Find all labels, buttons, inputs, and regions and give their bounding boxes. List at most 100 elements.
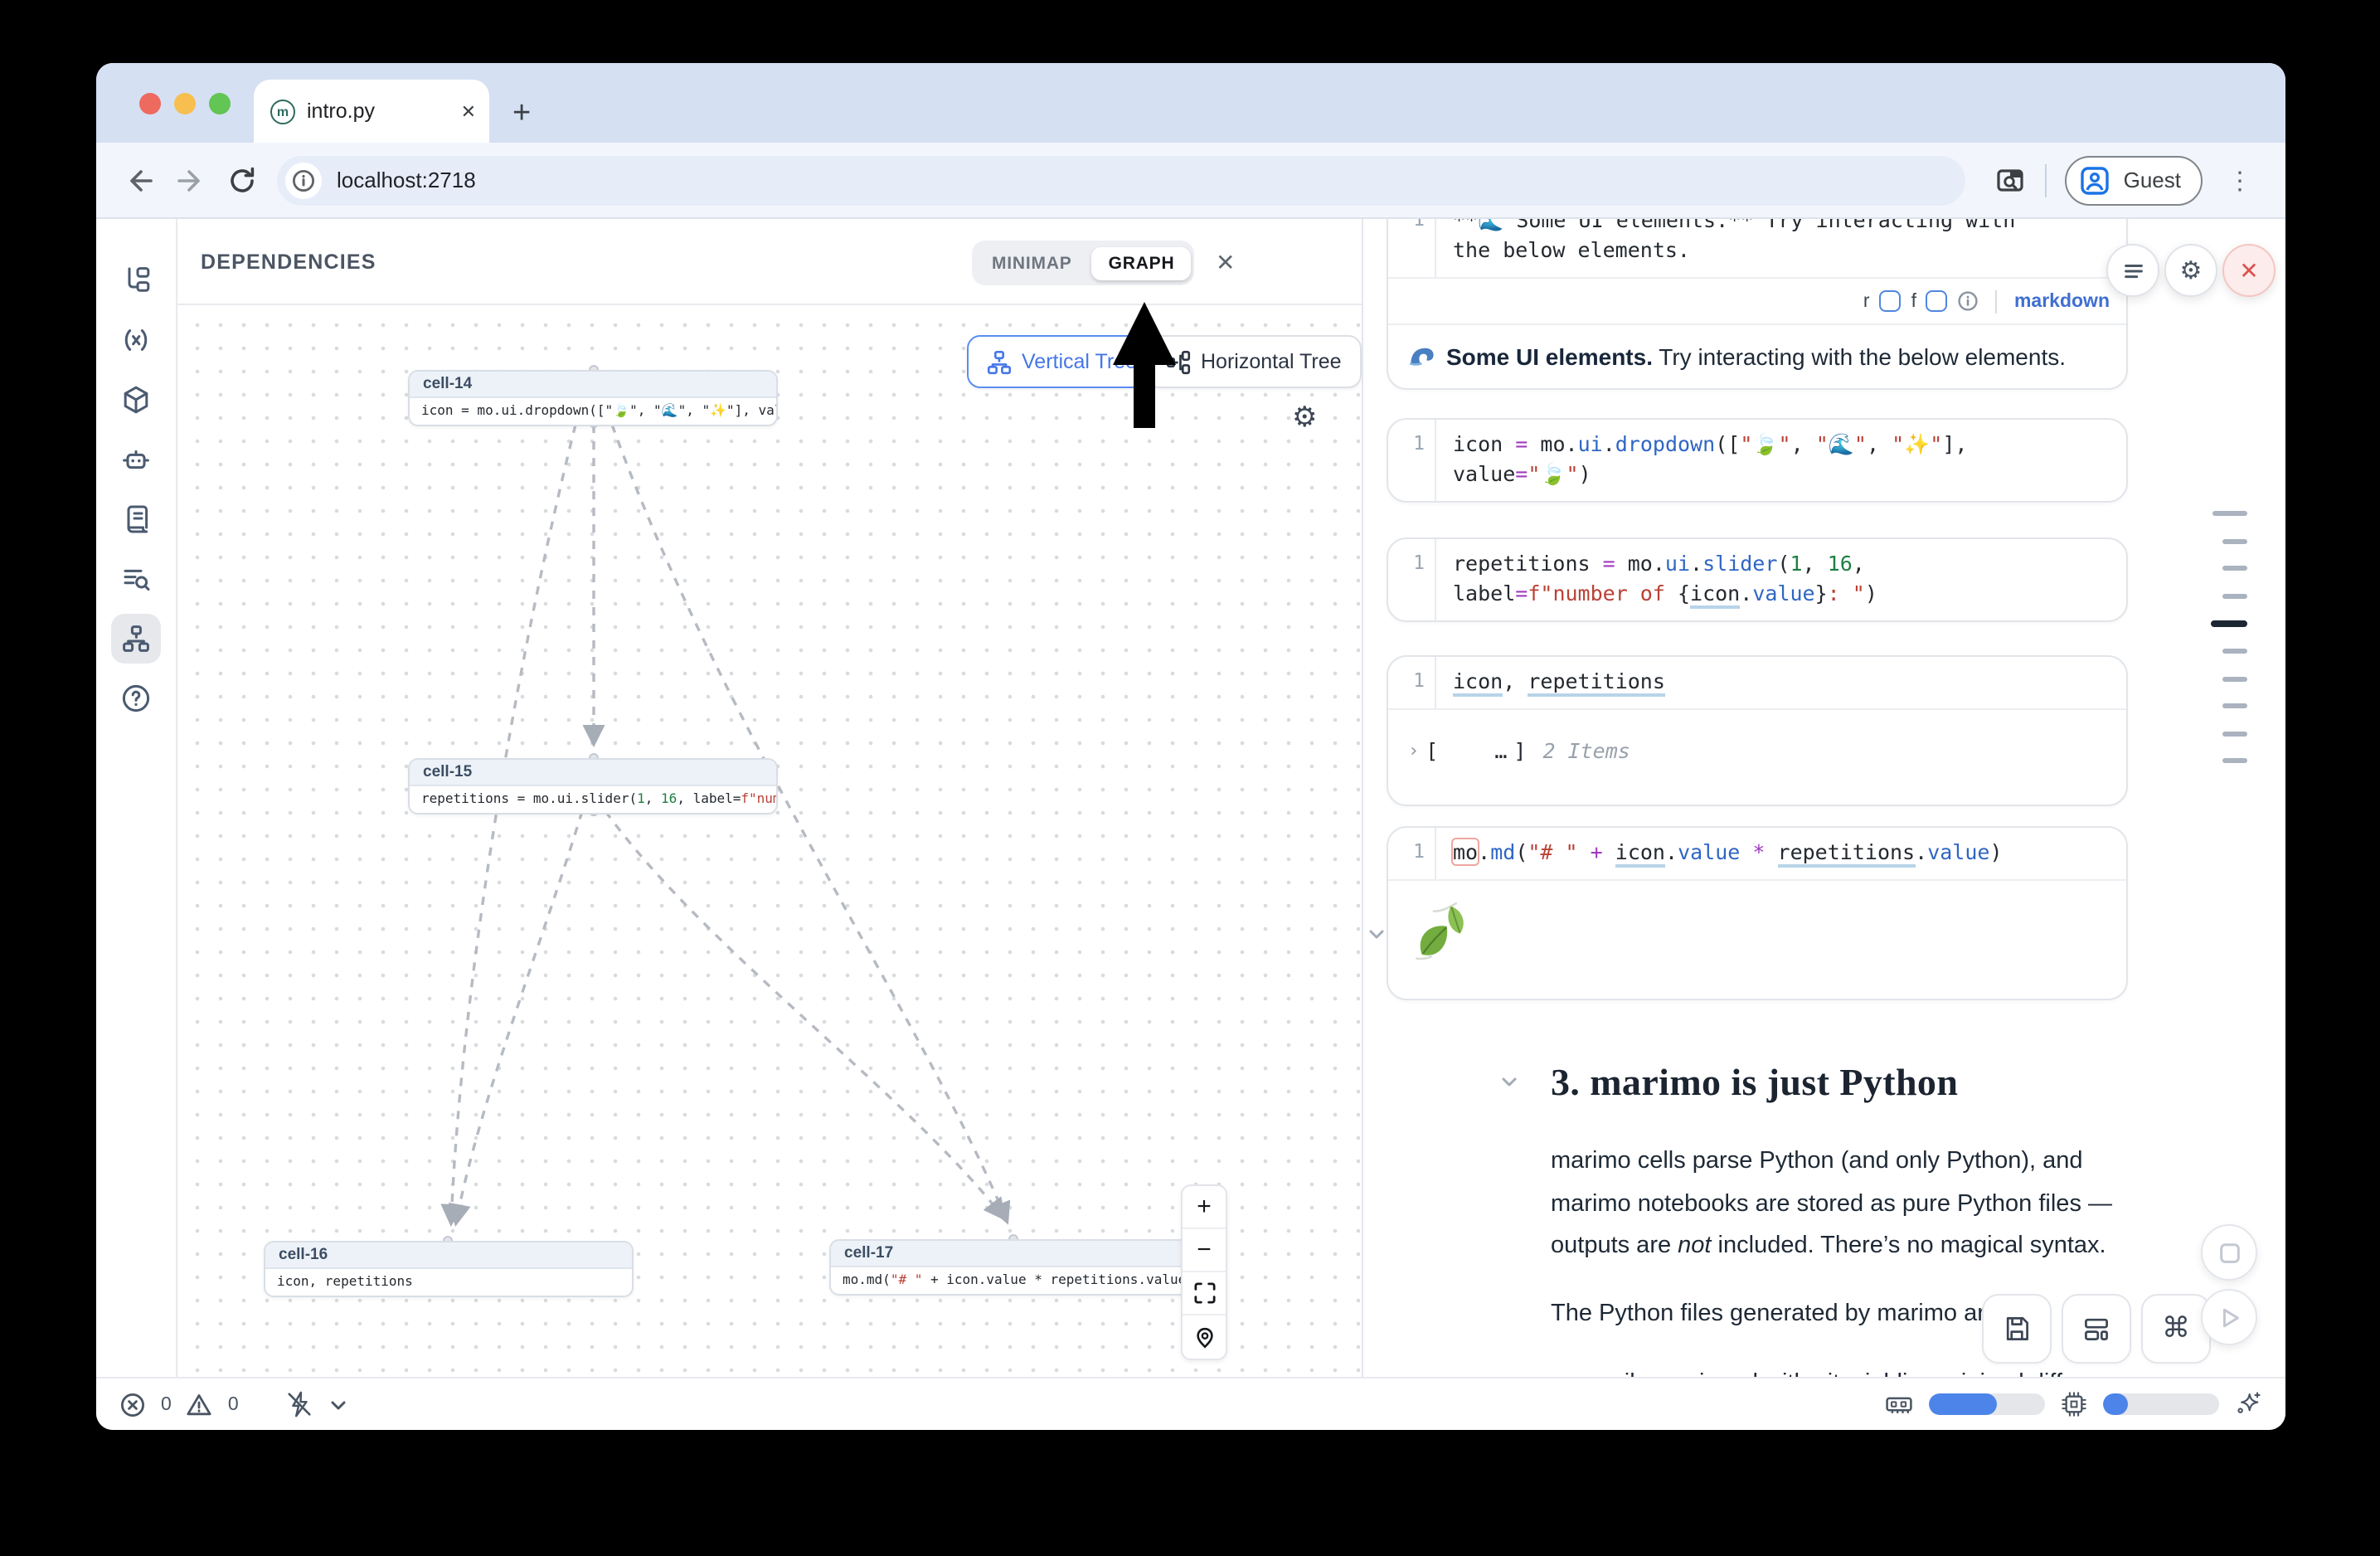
profile-button[interactable]: Guest xyxy=(2066,155,2203,205)
minimap-cell-mark[interactable] xyxy=(2212,511,2247,516)
sidebar-item-packages[interactable] xyxy=(111,375,161,425)
notebook-menu-button[interactable] xyxy=(2106,244,2159,297)
sidebar-item-variables[interactable] xyxy=(111,315,161,365)
forward-icon[interactable] xyxy=(174,163,207,197)
cell-output: › [ … ] 2 Items xyxy=(1388,708,2126,805)
memory-icon xyxy=(1884,1389,1914,1419)
maximize-window-button[interactable] xyxy=(209,92,231,114)
warnings-icon[interactable] xyxy=(187,1391,213,1417)
url-bar[interactable]: localhost:2718 xyxy=(277,155,1966,205)
tab-graph[interactable]: GRAPH xyxy=(1092,246,1192,280)
minimap-cell-mark[interactable] xyxy=(2222,538,2247,543)
dependencies-panel: DEPENDENCIES MINIMAP GRAPH ✕ xyxy=(177,219,1363,1377)
node-code: repetitions = mo.ui.slider(1, 16, label=… xyxy=(410,786,776,813)
graph-canvas[interactable]: cell-14 icon = mo.ui.dropdown(["🍃", "🌊",… xyxy=(177,305,1362,1377)
cell-slider[interactable]: 1 repetitions = mo.ui.slider(1, 16, labe… xyxy=(1387,537,2128,622)
zoom-out-button[interactable]: − xyxy=(1183,1229,1226,1272)
r-toggle-label: r xyxy=(1863,291,1870,311)
node-title: cell-16 xyxy=(265,1242,632,1269)
sidebar-item-help[interactable] xyxy=(111,673,161,723)
fit-view-button[interactable] xyxy=(1183,1272,1226,1315)
output-bold-text: Some UI elements. xyxy=(1446,343,1653,370)
site-info-icon[interactable] xyxy=(285,162,322,198)
sidebar-item-dependency-graph[interactable] xyxy=(111,614,161,664)
cell-markdown-intro[interactable]: 1 **🌊 Some UI elements.** Try interactin… xyxy=(1387,219,2128,390)
minimize-window-button[interactable] xyxy=(174,92,196,114)
code-editor[interactable]: **🌊 Some UI elements.** Try interacting … xyxy=(1435,219,2126,277)
node-code: icon, repetitions xyxy=(265,1269,632,1296)
sidebar-item-ai-assistant[interactable] xyxy=(111,435,161,484)
code-editor[interactable]: icon = mo.ui.dropdown(["🍃", "🌊", "✨"], v… xyxy=(1435,420,2126,501)
minimap-cell-mark-active[interactable] xyxy=(2211,620,2247,626)
minimap-cell-mark[interactable] xyxy=(2222,703,2247,708)
expand-array-icon[interactable]: › xyxy=(1408,740,1419,761)
tab-search-icon[interactable] xyxy=(1994,163,2028,197)
command-icon: ⌘ xyxy=(2162,1312,2190,1345)
minimap-cell-mark[interactable] xyxy=(2222,649,2247,654)
graph-node-cell-17[interactable]: cell-17 mo.md("# " + icon.value * repeti… xyxy=(829,1239,1199,1296)
screenshot-stage: m intro.py ✕ + localhost:2718 Guest xyxy=(0,0,2380,1556)
browser-window: m intro.py ✕ + localhost:2718 Guest xyxy=(96,63,2285,1430)
line-number: 1 xyxy=(1388,828,1435,879)
graph-node-cell-14[interactable]: cell-14 icon = mo.ui.dropdown(["🍃", "🌊",… xyxy=(408,370,778,426)
horizontal-tree-button[interactable]: Horizontal Tree xyxy=(1146,335,1362,388)
cell-minimap[interactable] xyxy=(2201,511,2247,785)
minimap-cell-mark[interactable] xyxy=(2222,676,2247,681)
browser-menu-icon[interactable]: ⋮ xyxy=(2221,165,2259,195)
errors-icon[interactable] xyxy=(119,1391,146,1417)
array-count-label: 2 Items xyxy=(1542,738,1630,763)
f-checkbox[interactable] xyxy=(1926,290,1948,312)
autorun-disabled-icon[interactable] xyxy=(285,1390,313,1418)
zoom-in-button[interactable]: + xyxy=(1183,1186,1226,1229)
graph-node-cell-15[interactable]: cell-15 repetitions = mo.ui.slider(1, 16… xyxy=(408,758,778,814)
reload-icon[interactable] xyxy=(226,163,259,197)
tab-minimap[interactable]: MINIMAP xyxy=(975,246,1089,280)
minimap-cell-mark[interactable] xyxy=(2222,731,2247,736)
browser-toolbar: localhost:2718 Guest ⋮ xyxy=(96,143,2285,219)
sidebar-item-scratchpad[interactable] xyxy=(111,494,161,544)
notebook-panel: 1 **🌊 Some UI elements.** Try interactin… xyxy=(1363,219,2285,1377)
chevron-down-icon[interactable] xyxy=(328,1394,348,1414)
collapse-section-chevron-icon[interactable] xyxy=(1499,1072,1519,1092)
sidebar-item-file-tree[interactable] xyxy=(111,255,161,305)
line-number: 1 xyxy=(1388,219,1435,277)
warning-count: 0 xyxy=(228,1394,239,1414)
shutdown-x-icon: ✕ xyxy=(2239,256,2258,284)
cell-md-output[interactable]: 1 mo.md("# " + icon.value * repetitions.… xyxy=(1387,826,2128,1000)
run-button[interactable] xyxy=(2201,1289,2257,1345)
collapse-output-chevron-icon[interactable] xyxy=(1367,924,1387,944)
code-editor[interactable]: mo.md("# " + icon.value * repetitions.va… xyxy=(1435,828,2126,879)
save-button[interactable] xyxy=(1982,1294,2052,1364)
keyboard-shortcuts-button[interactable]: ⌘ xyxy=(2141,1294,2211,1364)
stop-button[interactable] xyxy=(2201,1224,2257,1281)
browser-tabstrip: m intro.py ✕ + xyxy=(96,63,2285,143)
layout-button[interactable] xyxy=(2062,1294,2131,1364)
minimap-cell-mark[interactable] xyxy=(2222,758,2247,763)
close-window-button[interactable] xyxy=(139,92,161,114)
code-editor[interactable]: repetitions = mo.ui.slider(1, 16, label=… xyxy=(1435,539,2126,620)
graph-node-cell-16[interactable]: cell-16 icon, repetitions xyxy=(264,1241,634,1297)
graph-settings-icon[interactable]: ⚙ xyxy=(1292,401,1318,435)
cell-tuple[interactable]: 1 icon, repetitions › [ … ] 2 Items xyxy=(1387,655,2128,806)
minimap-cell-mark[interactable] xyxy=(2222,566,2247,571)
r-checkbox[interactable] xyxy=(1880,290,1902,312)
vertical-tree-button[interactable]: Vertical Tree xyxy=(967,335,1157,388)
graph-zoom-controls: + − xyxy=(1181,1184,1227,1360)
notebook-settings-button[interactable]: ⚙ xyxy=(2164,244,2217,297)
menu-icon xyxy=(2120,258,2145,283)
close-tab-icon[interactable]: ✕ xyxy=(461,100,476,122)
guest-avatar-icon xyxy=(2079,163,2112,197)
minimap-cell-mark[interactable] xyxy=(2222,593,2247,598)
shutdown-button[interactable]: ✕ xyxy=(2222,244,2276,297)
new-tab-button[interactable]: + xyxy=(512,98,531,129)
center-view-button[interactable] xyxy=(1183,1315,1226,1359)
language-toggle[interactable]: markdown xyxy=(2014,291,2110,311)
browser-tab[interactable]: m intro.py ✕ xyxy=(254,80,489,143)
sidebar-item-snippets[interactable] xyxy=(111,554,161,604)
back-icon[interactable] xyxy=(123,163,156,197)
ai-sparkle-icon[interactable] xyxy=(2234,1390,2262,1418)
cell-dropdown[interactable]: 1 icon = mo.ui.dropdown(["🍃", "🌊", "✨"],… xyxy=(1387,418,2128,503)
code-editor[interactable]: icon, repetitions xyxy=(1435,657,2126,708)
info-icon[interactable] xyxy=(1958,290,1979,312)
close-panel-icon[interactable]: ✕ xyxy=(1209,242,1241,284)
